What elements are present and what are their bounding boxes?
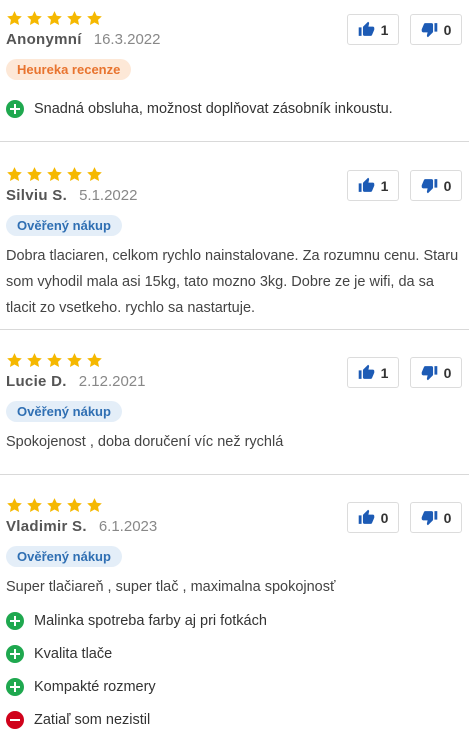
thumbs-up-icon <box>358 509 375 526</box>
like-button[interactable]: 1 <box>347 14 399 45</box>
verified-purchase-badge: Ověřený nákup <box>6 546 122 567</box>
like-count: 1 <box>380 177 389 194</box>
minus-circle-icon <box>6 710 24 729</box>
vote-buttons: 1 0 <box>347 357 462 388</box>
star-icon <box>6 10 23 27</box>
star-icon <box>66 352 83 369</box>
pro-text: Snadná obsluha, možnost doplňovat zásobn… <box>34 100 393 117</box>
dislike-button[interactable]: 0 <box>410 502 462 533</box>
review-text: Super tlačiareň , super tlač , maximalna… <box>6 579 336 595</box>
like-button[interactable]: 1 <box>347 357 399 388</box>
pro-text: Kvalita tlače <box>34 645 113 662</box>
review-item: 0 0 Vladimir S. 6.1.2023 Ověřený nákup S… <box>0 475 469 737</box>
dislike-count: 0 <box>443 21 452 38</box>
thumbs-up-icon <box>358 21 375 38</box>
dislike-button[interactable]: 0 <box>410 170 462 201</box>
pros-cons-list: Malinka spotreba farby aj pri fotkách Kv… <box>6 604 463 736</box>
star-icon <box>46 497 63 514</box>
pro-text: Malinka spotreba farby aj pri fotkách <box>34 612 267 629</box>
dislike-count: 0 <box>443 364 452 381</box>
thumbs-down-icon <box>421 21 438 38</box>
review-list: 1 0 Anonymní 16.3.2022 Heureka recenze S… <box>0 0 469 737</box>
con-item: Zatiaľ som nezistil <box>6 703 463 736</box>
thumbs-up-icon <box>358 177 375 194</box>
thumbs-down-icon <box>421 364 438 381</box>
vote-buttons: 1 0 <box>347 170 462 201</box>
star-icon <box>6 352 23 369</box>
star-icon <box>86 497 103 514</box>
dislike-button[interactable]: 0 <box>410 14 462 45</box>
author-name: Anonymní <box>6 31 82 48</box>
review-text: Spokojenost , doba doručení víc než rych… <box>6 434 284 450</box>
like-count: 0 <box>380 509 389 526</box>
review-date: 16.3.2022 <box>93 31 161 48</box>
con-text: Zatiaľ som nezistil <box>34 711 151 728</box>
dislike-button[interactable]: 0 <box>410 357 462 388</box>
like-button[interactable]: 0 <box>347 502 399 533</box>
star-icon <box>66 166 83 183</box>
review-item: 1 0 Silviu S. 5.1.2022 Ověřený nákup Dob… <box>0 142 469 330</box>
pro-item: Kompakté rozmery <box>6 670 463 703</box>
star-icon <box>26 497 43 514</box>
pros-cons-list: Snadná obsluha, možnost doplňovat zásobn… <box>6 92 463 125</box>
plus-circle-icon <box>6 677 24 696</box>
star-icon <box>6 497 23 514</box>
thumbs-down-icon <box>421 177 438 194</box>
review-date: 6.1.2023 <box>98 518 158 535</box>
pro-text: Kompakté rozmery <box>34 678 156 695</box>
like-button[interactable]: 1 <box>347 170 399 201</box>
dislike-count: 0 <box>443 509 452 526</box>
thumbs-up-icon <box>358 364 375 381</box>
pro-item: Snadná obsluha, možnost doplňovat zásobn… <box>6 92 463 125</box>
plus-circle-icon <box>6 99 24 118</box>
vote-buttons: 1 0 <box>347 14 462 45</box>
review-item: 1 0 Lucie D. 2.12.2021 Ověřený nákup Spo… <box>0 330 469 475</box>
review-date: 5.1.2022 <box>79 187 138 204</box>
star-icon <box>86 10 103 27</box>
vote-buttons: 0 0 <box>347 502 462 533</box>
author-name: Vladimir S. <box>6 518 87 535</box>
dislike-count: 0 <box>443 177 452 194</box>
star-icon <box>86 352 103 369</box>
plus-circle-icon <box>6 644 24 663</box>
author-name: Lucie D. <box>6 373 67 390</box>
star-icon <box>46 166 63 183</box>
star-icon <box>26 352 43 369</box>
verified-purchase-badge: Ověřený nákup <box>6 401 122 422</box>
plus-circle-icon <box>6 611 24 630</box>
star-icon <box>46 10 63 27</box>
review-text: Dobra tlaciaren, celkom rychlo nainstalo… <box>6 248 459 316</box>
pro-item: Kvalita tlače <box>6 637 463 670</box>
star-icon <box>46 352 63 369</box>
author-name: Silviu S. <box>6 187 68 204</box>
star-icon <box>86 166 103 183</box>
verified-purchase-badge: Ověřený nákup <box>6 215 122 236</box>
review-date: 2.12.2021 <box>78 373 146 390</box>
star-icon <box>66 497 83 514</box>
like-count: 1 <box>380 364 389 381</box>
star-icon <box>26 10 43 27</box>
pro-item: Malinka spotreba farby aj pri fotkách <box>6 604 463 637</box>
thumbs-down-icon <box>421 509 438 526</box>
star-icon <box>6 166 23 183</box>
review-item: 1 0 Anonymní 16.3.2022 Heureka recenze S… <box>0 0 469 142</box>
like-count: 1 <box>380 21 389 38</box>
source-badge: Heureka recenze <box>6 59 132 80</box>
star-icon <box>66 10 83 27</box>
star-icon <box>26 166 43 183</box>
